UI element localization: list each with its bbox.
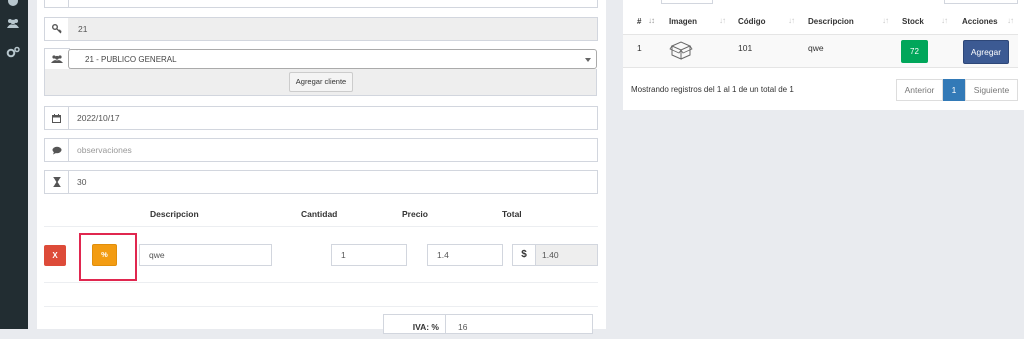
pagination-prev[interactable]: Anterior [896, 79, 943, 101]
currency-addon: $ [512, 244, 535, 266]
col-header-acciones[interactable]: Acciones [962, 17, 998, 26]
iva-value: 16 [458, 322, 468, 332]
observations-field[interactable]: observaciones [44, 138, 598, 162]
users-icon[interactable] [6, 18, 22, 32]
col-header-total: Total [502, 209, 522, 219]
key-icon [45, 18, 69, 40]
sort-asc-icon: ↓↕ [648, 16, 655, 25]
sort-icon: ↓↑ [882, 16, 889, 25]
box-icon [669, 40, 693, 62]
gears-icon[interactable] [6, 46, 22, 60]
add-client-button[interactable]: Agregar cliente [289, 72, 353, 92]
sort-icon: ↓↑ [788, 16, 795, 25]
row-num: 1 [637, 43, 642, 53]
col-header-descripcion[interactable]: Descripcion [808, 17, 854, 26]
date-field[interactable]: 2022/10/17 [44, 106, 598, 130]
page-length-select[interactable] [661, 0, 713, 4]
discount-button[interactable]: % [92, 244, 117, 266]
sort-icon: ↓↑ [1007, 16, 1014, 25]
client-select[interactable]: 21 - PUBLICO GENERAL [68, 49, 597, 69]
divider [44, 306, 598, 307]
user-icon [45, 0, 69, 7]
add-product-button[interactable]: Agregar [963, 40, 1009, 64]
date-value: 2022/10/17 [77, 113, 120, 123]
row-descripcion: qwe [808, 43, 824, 53]
item-quantity-input[interactable]: 1 [331, 244, 407, 266]
key-value: 21 [68, 18, 597, 40]
col-header-num[interactable]: # [637, 17, 641, 26]
calendar-icon [45, 107, 69, 129]
iva-label: IVA: % [384, 315, 446, 333]
sidebar [0, 0, 28, 329]
key-field: 21 [44, 17, 598, 41]
item-price-input[interactable]: 1.4 [427, 244, 503, 266]
item-total-input: 1.40 [535, 244, 598, 266]
term-field[interactable]: 30 [44, 170, 598, 194]
pagination-next[interactable]: Siguiente [965, 79, 1018, 101]
col-header-precio: Precio [402, 209, 428, 219]
top-partial-field[interactable] [44, 0, 598, 8]
col-header-stock[interactable]: Stock [902, 17, 924, 26]
row-codigo: 101 [738, 43, 753, 53]
sort-icon: ↓↑ [941, 16, 948, 25]
sort-icon: ↓↑ [719, 16, 726, 25]
divider [44, 226, 598, 227]
pagination-page-1[interactable]: 1 [943, 79, 965, 101]
col-header-descripcion: Descripcion [150, 209, 199, 219]
item-description-input[interactable]: qwe [139, 244, 272, 266]
stock-badge: 72 [901, 40, 928, 63]
iva-field[interactable]: IVA: % 16 [383, 314, 593, 334]
client-addon [44, 48, 70, 70]
observations-placeholder: observaciones [77, 145, 132, 155]
col-header-imagen[interactable]: Imagen [669, 17, 697, 26]
hourglass-icon [45, 171, 69, 193]
circle-icon[interactable] [6, 0, 22, 8]
client-select-value: 21 - PUBLICO GENERAL [85, 55, 177, 64]
term-value: 30 [77, 177, 87, 187]
chevron-down-icon [585, 58, 591, 62]
table-info: Mostrando registros del 1 al 1 de un tot… [631, 85, 794, 94]
users-icon [45, 49, 68, 69]
divider [44, 282, 598, 283]
col-header-cantidad: Cantidad [301, 209, 338, 219]
remove-item-button[interactable]: X [44, 245, 66, 266]
col-header-codigo[interactable]: Código [738, 17, 766, 26]
comment-icon [45, 139, 69, 161]
search-input[interactable] [944, 0, 1018, 4]
